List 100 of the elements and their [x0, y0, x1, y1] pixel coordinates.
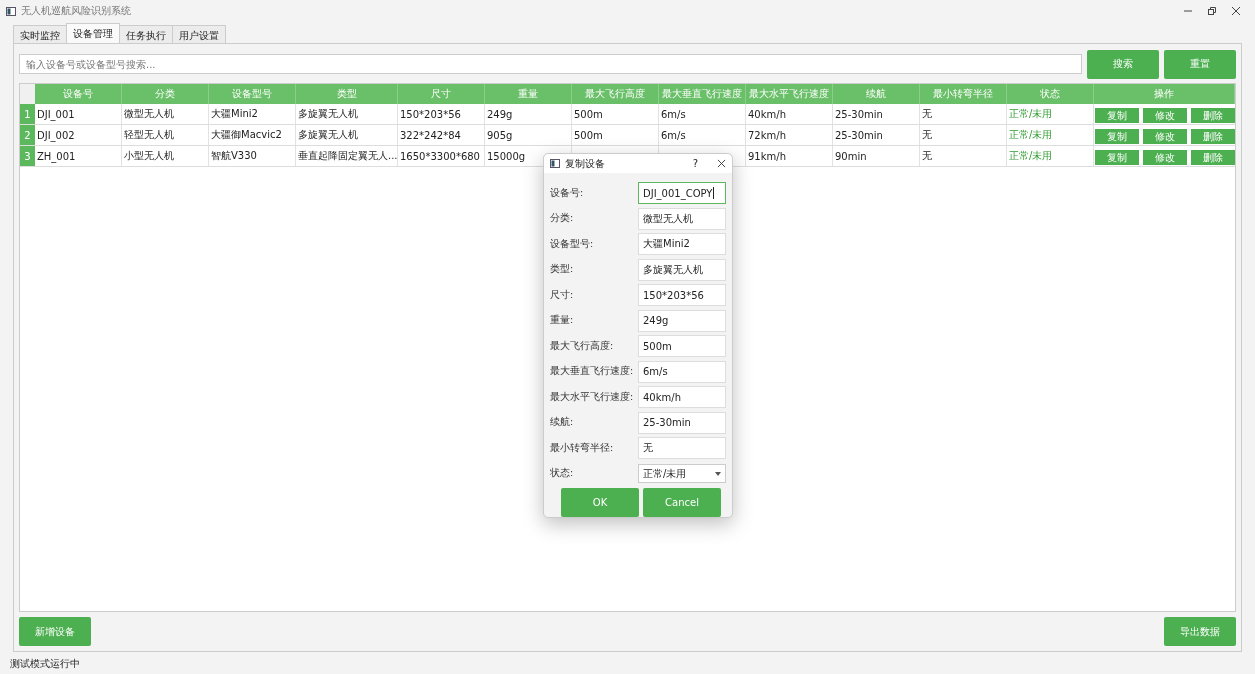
action-button[interactable]: 删除: [1190, 128, 1235, 144]
restore-icon[interactable]: [1207, 6, 1217, 16]
input-field[interactable]: 多旋翼无人机: [638, 258, 726, 281]
field-label: 类型:: [550, 263, 575, 276]
input-field[interactable]: 40km/h: [638, 386, 726, 408]
table-cell: 150*203*56: [398, 104, 485, 124]
action-button[interactable]: 删除: [1190, 107, 1235, 123]
action-button[interactable]: 复制: [1094, 128, 1139, 144]
close-icon[interactable]: [1231, 6, 1241, 16]
table-cell: 大疆御Macvic2: [209, 125, 296, 145]
reset-button[interactable]: 重置: [1164, 49, 1236, 79]
table-cell: 500m: [572, 125, 659, 145]
column-header[interactable]: 续航: [833, 84, 920, 104]
help-button[interactable]: ?: [692, 158, 698, 169]
input-field[interactable]: 6m/s: [638, 360, 726, 383]
table-cell: 垂直起降固定翼无人...: [296, 146, 398, 166]
row-number: 2: [20, 125, 35, 145]
input-field[interactable]: 500m: [638, 335, 726, 357]
field-label: 设备号:: [550, 186, 585, 200]
action-button[interactable]: 复制: [1094, 149, 1139, 165]
column-header[interactable]: 操作: [1094, 84, 1235, 104]
table-cell: 90min: [833, 146, 920, 166]
row-number: 3: [20, 146, 35, 166]
table-cell: 多旋翼无人机: [296, 125, 398, 145]
search-field[interactable]: 输入设备号或设备型号搜索...: [19, 54, 1082, 74]
input-field[interactable]: 无: [638, 437, 726, 459]
action-button[interactable]: 删除: [1190, 149, 1235, 165]
column-header[interactable]: 最小转弯半径: [920, 84, 1007, 104]
column-header[interactable]: 分类: [122, 84, 209, 104]
tab[interactable]: 实时监控: [13, 25, 67, 43]
table-cell: 多旋翼无人机: [296, 104, 398, 124]
field-label: 设备型号:: [550, 237, 595, 251]
tab[interactable]: 设备管理: [66, 23, 120, 43]
table-cell: 正常/未用: [1007, 104, 1094, 124]
export-button[interactable]: 导出数据: [1164, 617, 1236, 646]
table-cell: 25-30min: [833, 125, 920, 145]
dropdown-arrow-icon: [715, 471, 721, 476]
row-number: 1: [20, 104, 35, 124]
ok-button[interactable]: OK: [561, 487, 639, 517]
field-label: 分类:: [550, 212, 575, 225]
table-cell: 25-30min: [833, 104, 920, 124]
add-device-button[interactable]: 新增设备: [19, 617, 91, 646]
input-field[interactable]: 大疆Mini2: [638, 233, 726, 255]
search-button[interactable]: 搜索: [1087, 49, 1159, 79]
table-cell: 大疆Mini2: [209, 104, 296, 124]
app-icon: [6, 6, 16, 16]
tab[interactable]: 用户设置: [172, 25, 226, 43]
status-dropdown[interactable]: 正常/未用: [638, 464, 726, 483]
close-icon[interactable]: [717, 159, 726, 168]
column-header[interactable]: 类型: [296, 84, 398, 104]
table-cell: DJI_001: [35, 104, 122, 124]
field-label: 最小转弯半径:: [550, 441, 615, 455]
table-cell: 40km/h: [746, 104, 833, 124]
window-title: 无人机巡航风险识别系统: [21, 4, 131, 18]
table-cell: 72km/h: [746, 125, 833, 145]
table-cell: 91km/h: [746, 146, 833, 166]
status-text: 测试模式运行中: [10, 658, 80, 669]
action-button[interactable]: 修改: [1142, 149, 1187, 165]
input-field[interactable]: 微型无人机: [638, 207, 726, 230]
field-label: 最大垂直飞行速度:: [550, 365, 635, 378]
table-cell: ZH_001: [35, 146, 122, 166]
column-header[interactable]: 设备号: [35, 84, 122, 104]
field-label: 最大飞行高度:: [550, 339, 615, 353]
app-icon: [550, 159, 560, 168]
field-label: 尺寸:: [550, 288, 575, 302]
table-cell: 322*242*84: [398, 125, 485, 145]
table-cell: 无: [920, 146, 1007, 166]
field-label: 重量:: [550, 314, 575, 327]
input-field[interactable]: 150*203*56: [638, 284, 726, 306]
table-cell: DJI_002: [35, 125, 122, 145]
table-cell: 6m/s: [659, 104, 746, 124]
table-cell: 轻型无人机: [122, 125, 209, 145]
input-field[interactable]: 25-30min: [638, 411, 726, 434]
tab[interactable]: 任务执行: [119, 25, 173, 43]
table-cell: 小型无人机: [122, 146, 209, 166]
action-button[interactable]: 修改: [1142, 107, 1187, 123]
column-header[interactable]: 最大垂直飞行速度: [659, 84, 746, 104]
input-field[interactable]: 249g: [638, 309, 726, 332]
column-header[interactable]: 设备型号: [209, 84, 296, 104]
table-cell: 249g: [485, 104, 572, 124]
input-field[interactable]: DJI_001_COPY: [638, 182, 726, 204]
field-label: 续航:: [550, 416, 575, 429]
table-cell: 无: [920, 125, 1007, 145]
table-cell: 6m/s: [659, 125, 746, 145]
table-cell: 500m: [572, 104, 659, 124]
column-header[interactable]: 最大飞行高度: [572, 84, 659, 104]
cancel-button[interactable]: Cancel: [643, 487, 721, 517]
table-cell: 1650*3300*680: [398, 146, 485, 166]
table-cell: 905g: [485, 125, 572, 145]
action-button[interactable]: 修改: [1142, 128, 1187, 144]
column-header[interactable]: 尺寸: [398, 84, 485, 104]
column-header[interactable]: 最大水平飞行速度: [746, 84, 833, 104]
column-header[interactable]: 重量: [485, 84, 572, 104]
column-header[interactable]: 状态: [1007, 84, 1094, 104]
table-cell: 智航V330: [209, 146, 296, 166]
field-label: 状态:: [550, 467, 575, 480]
table-cell: 正常/未用: [1007, 146, 1094, 166]
field-label: 最大水平飞行速度:: [550, 390, 635, 404]
table-cell: 正常/未用: [1007, 125, 1094, 145]
action-button[interactable]: 复制: [1094, 107, 1139, 123]
